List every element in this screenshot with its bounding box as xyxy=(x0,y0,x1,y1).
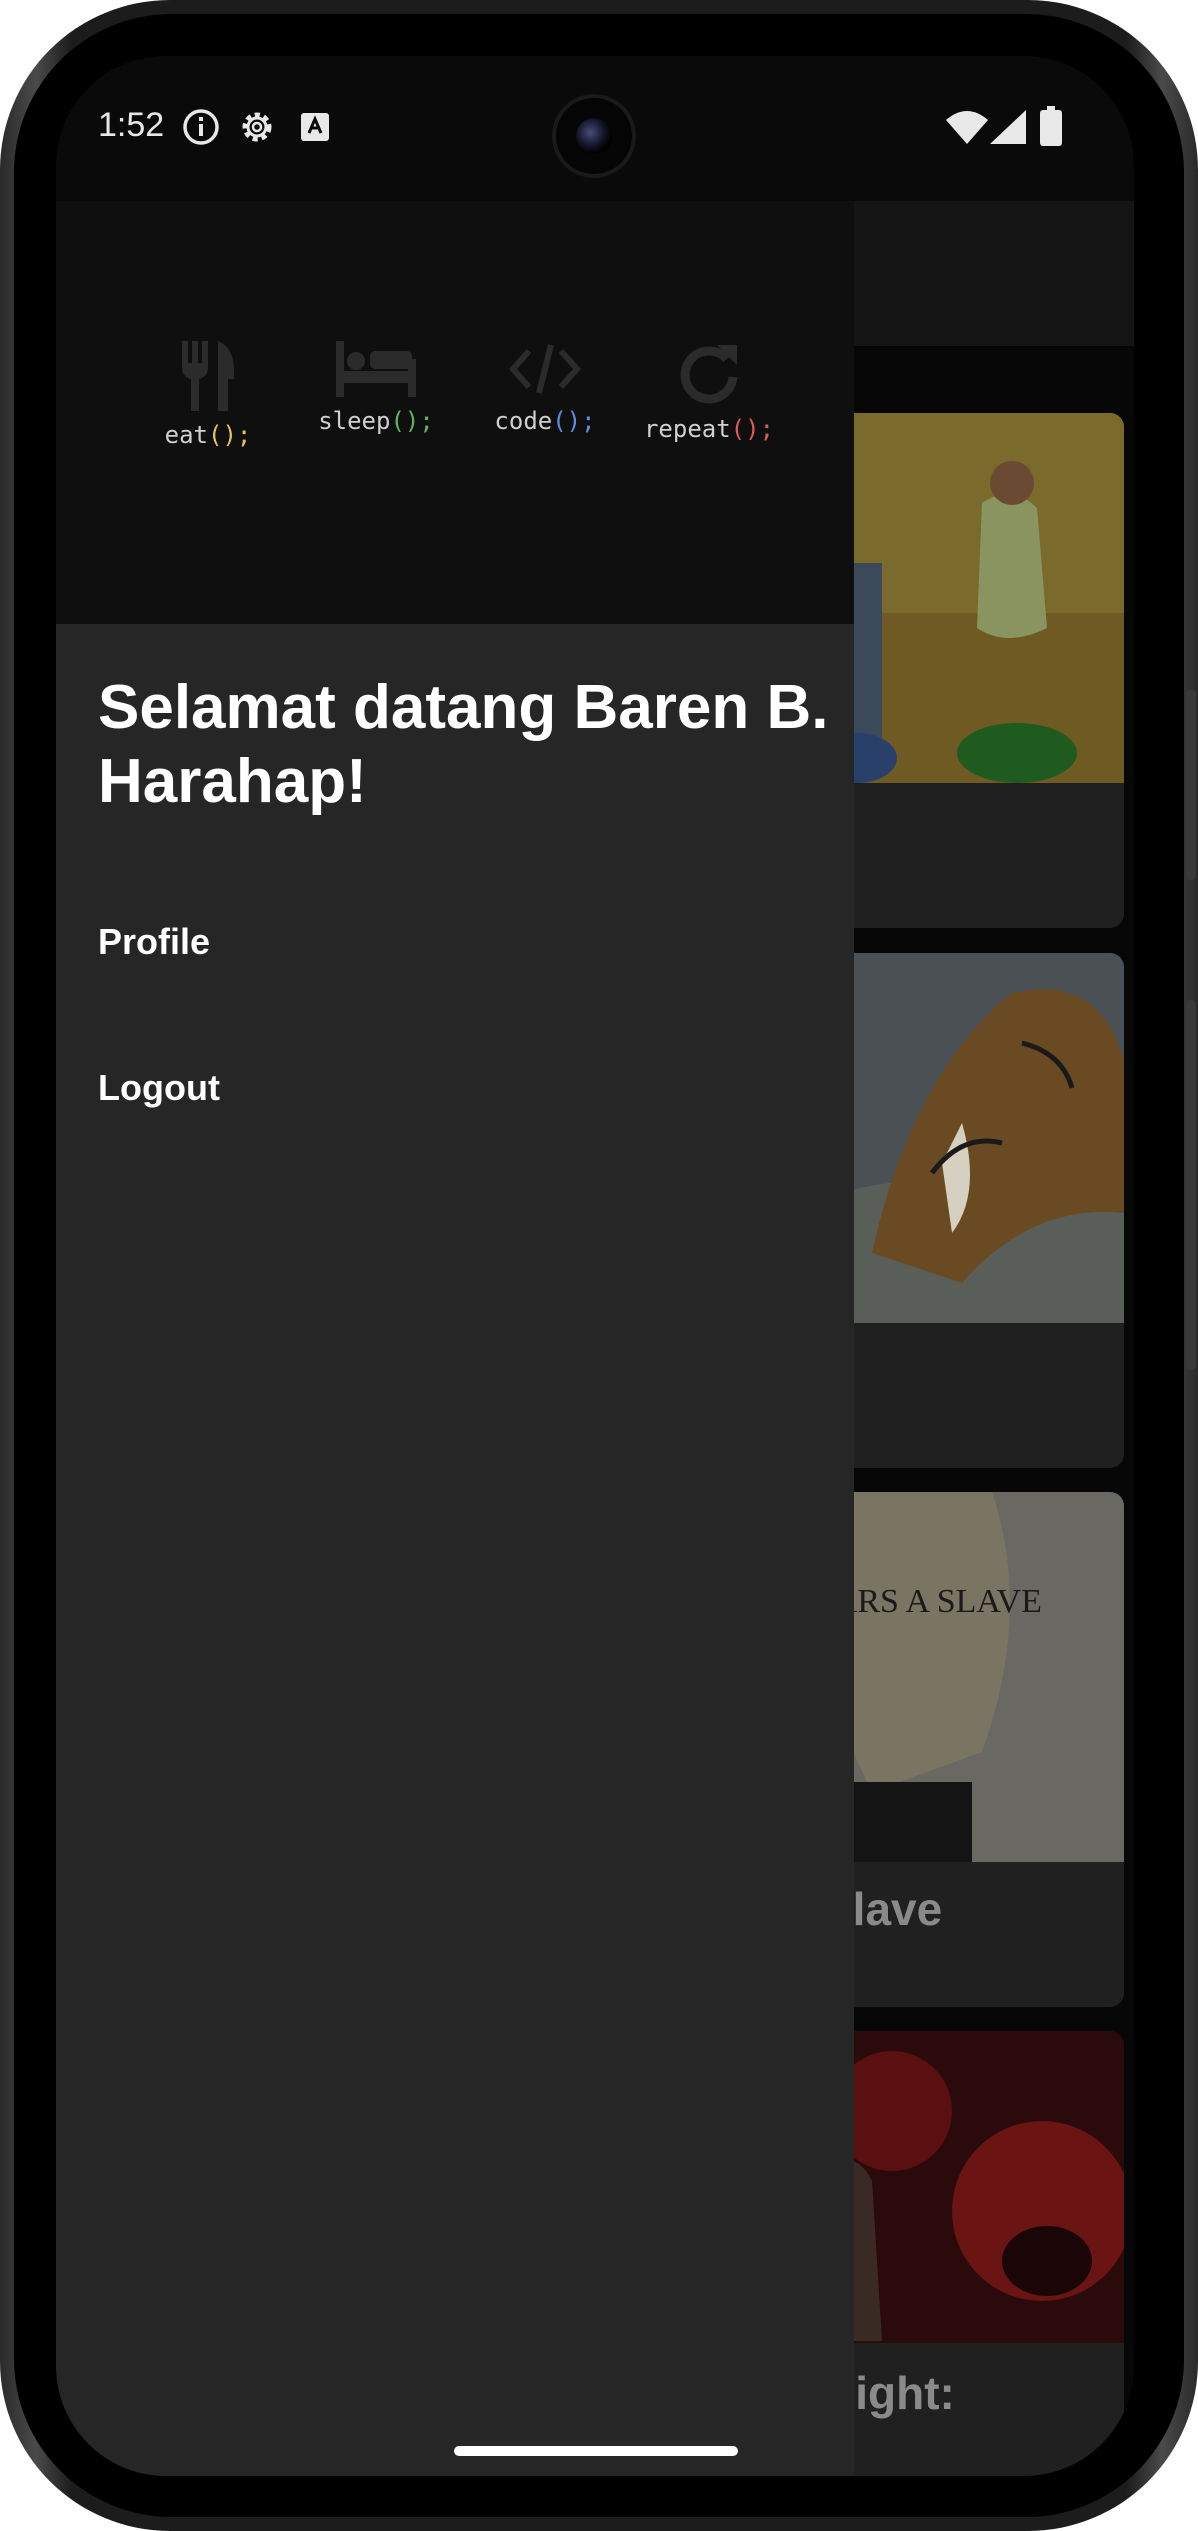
hobby-label: repeat(); xyxy=(643,415,775,443)
movie-card[interactable]: EARS A SLAVE Slave xyxy=(812,1492,1124,2007)
power-button xyxy=(1186,1000,1196,1370)
front-camera xyxy=(552,94,636,178)
signal-icon xyxy=(990,110,1026,144)
screen: EARS A SLAVE Slave Night: eat(); sleep()… xyxy=(56,56,1134,2476)
fork-knife-icon xyxy=(182,341,234,411)
movie-poster-image xyxy=(812,953,1124,1323)
refresh-icon xyxy=(680,345,738,404)
movie-poster-image xyxy=(812,413,1124,783)
menu-item-profile[interactable]: Profile xyxy=(98,921,210,963)
hobby-label: eat(); xyxy=(164,421,252,449)
hobby-code: code(); xyxy=(482,341,608,435)
keyboard-a-icon xyxy=(301,113,329,141)
code-icon xyxy=(509,344,581,394)
hobby-repeat: repeat(); xyxy=(634,341,784,443)
drawer-header: eat(); sleep(); code(); repeat(); xyxy=(56,201,854,624)
movie-card[interactable] xyxy=(812,413,1124,928)
hobby-label: code(); xyxy=(494,407,596,435)
info-icon xyxy=(183,109,219,145)
status-time: 1:52 xyxy=(98,106,165,144)
hobby-eat: eat(); xyxy=(148,341,268,449)
battery-icon xyxy=(1040,106,1062,146)
navigation-drawer: eat(); sleep(); code(); repeat(); Selama… xyxy=(56,201,854,2476)
settings-icon xyxy=(242,112,272,142)
movie-card[interactable] xyxy=(812,953,1124,1468)
volume-button xyxy=(1186,690,1196,880)
wifi-icon xyxy=(946,111,988,144)
status-bar: 1:52 xyxy=(56,56,1134,201)
movie-poster-image xyxy=(812,2031,1124,2343)
movie-card[interactable]: Night: xyxy=(812,2031,1124,2476)
bed-icon xyxy=(336,341,416,397)
movie-poster-image: EARS A SLAVE xyxy=(812,1492,1124,1862)
hobby-label: sleep(); xyxy=(318,407,434,435)
home-indicator[interactable] xyxy=(454,2446,738,2456)
hobby-sleep: sleep(); xyxy=(306,341,446,435)
menu-item-logout[interactable]: Logout xyxy=(98,1067,220,1109)
welcome-heading: Selamat datang Baren B. Harahap! xyxy=(98,673,829,816)
